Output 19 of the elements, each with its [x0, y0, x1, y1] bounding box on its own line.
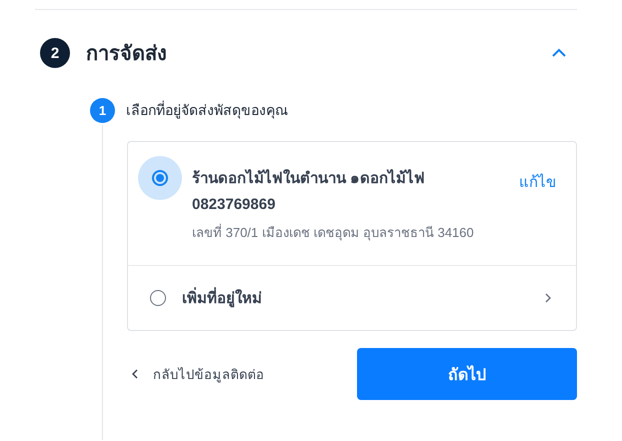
substep-title: เลือกที่อยู่จัดส่งพัสดุของคุณ [126, 100, 288, 121]
next-button[interactable]: ถัดไป [357, 348, 577, 400]
radio-button[interactable] [150, 290, 166, 306]
back-link[interactable]: กลับไปข้อมูลติดต่อ [127, 364, 264, 384]
chevron-left-icon [131, 369, 139, 379]
recipient-name: ร้านดอกไม้ไฟในตำนาน ๑ดอกไม้ไฟ [192, 168, 426, 189]
back-link-label: กลับไปข้อมูลติดต่อ [153, 366, 264, 384]
add-address-option[interactable]: เพิ่มที่อยู่ใหม่ [128, 265, 576, 330]
add-address-label: เพิ่มที่อยู่ใหม่ [182, 286, 544, 310]
chevron-right-icon [544, 293, 552, 303]
section-title: การจัดส่ง [86, 42, 168, 67]
step-number: 2 [40, 38, 70, 68]
chevron-up-icon[interactable] [552, 48, 566, 58]
edit-link[interactable]: แก้ไข [519, 156, 556, 194]
phone-number: 0823769869 [192, 195, 276, 215]
address-option[interactable]: ร้านดอกไม้ไฟในตำนาน ๑ดอกไม้ไฟ 0823769869 เลขที่ 370/1 เมืองเดช เดชอุดม อุบลราชธานี 34160 แก้ไข [128, 142, 576, 265]
substep-number: 1 [90, 98, 115, 122]
address-text: เลขที่ 370/1 เมืองเดช เดชอุดม อุบลราชธานี 34160 [192, 222, 475, 242]
radio-button[interactable] [152, 170, 168, 186]
